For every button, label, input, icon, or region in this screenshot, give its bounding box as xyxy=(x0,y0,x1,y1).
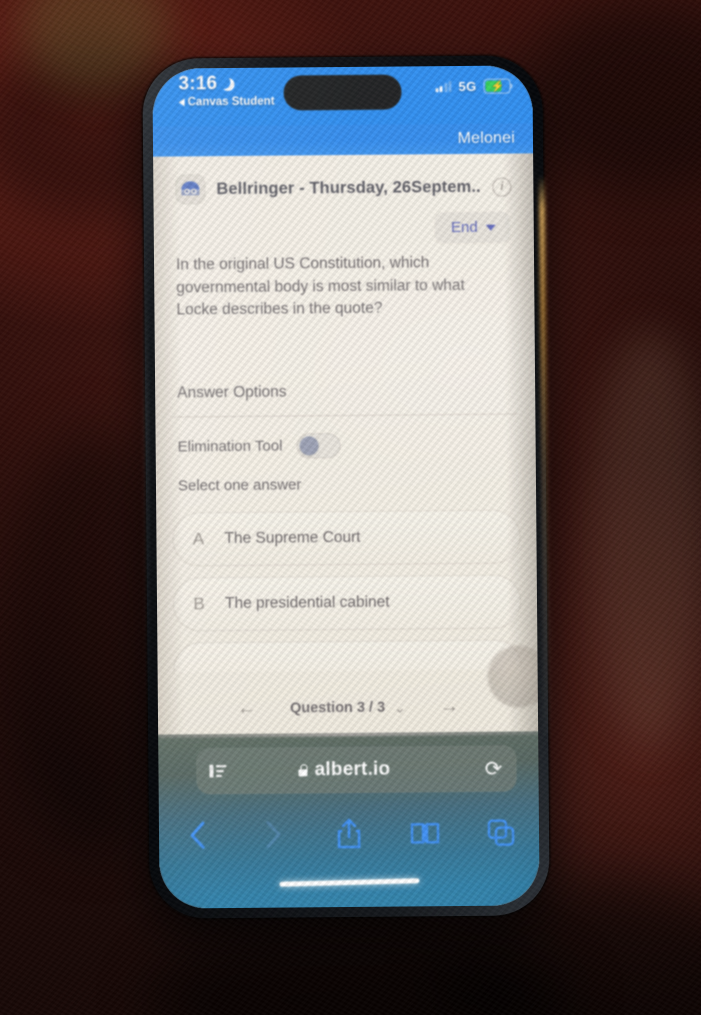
assignment-header: Bellringer - Thursday, 26Septem... i xyxy=(153,153,533,205)
answer-choice-c-partial[interactable] xyxy=(173,638,522,673)
answer-choice-b[interactable]: B The presidential cabinet xyxy=(172,573,522,632)
network-label: 5G xyxy=(458,78,477,95)
end-button-row: End xyxy=(154,201,534,245)
answer-choice-list: A The Supreme Court B The presidential c… xyxy=(172,508,522,673)
toggle-knob xyxy=(299,435,319,455)
status-time: 3:16 xyxy=(178,73,218,95)
back-triangle-icon xyxy=(178,98,185,107)
tabs-icon[interactable] xyxy=(463,818,539,847)
section-divider xyxy=(173,413,518,418)
status-bar: 3:16 Canvas Student 5G ⚡ xyxy=(152,65,533,127)
end-button[interactable]: End xyxy=(434,211,510,244)
background-highlight xyxy=(20,0,170,90)
question-navigation: ← Question 3 / 3 ⌄ → xyxy=(158,695,538,720)
page-content: Bellringer - Thursday, 26Septem... i End… xyxy=(153,153,539,735)
status-bar-left: 3:16 Canvas Student xyxy=(178,73,274,109)
url-text: albert.io xyxy=(314,758,391,781)
share-icon[interactable] xyxy=(311,818,387,851)
back-to-app-label: Canvas Student xyxy=(187,95,275,109)
background-shadow xyxy=(520,0,701,190)
chevron-down-icon: ⌄ xyxy=(394,698,406,716)
lock-icon xyxy=(298,764,308,777)
safari-browser-chrome: albert.io ⟳ xyxy=(158,731,540,909)
safari-toolbar xyxy=(159,801,540,866)
smartphone-device: 3:16 Canvas Student 5G ⚡ Melonei Bellrin… xyxy=(142,55,550,919)
forward-chevron-icon[interactable] xyxy=(235,820,311,849)
arrow-right-icon[interactable]: → xyxy=(440,696,459,718)
safari-address-bar[interactable]: albert.io ⟳ xyxy=(196,745,517,795)
bookmarks-icon[interactable] xyxy=(387,821,463,846)
background-highlight xyxy=(590,330,701,750)
background-shadow xyxy=(150,930,570,1015)
status-bar-right: 5G ⚡ xyxy=(435,78,511,95)
photo-background: 3:16 Canvas Student 5G ⚡ Melonei Bellrin… xyxy=(0,0,701,1015)
user-name-label[interactable]: Melonei xyxy=(457,130,515,149)
back-chevron-icon[interactable] xyxy=(159,821,235,850)
chevron-down-icon xyxy=(485,224,496,231)
select-one-answer-instruction: Select one answer xyxy=(177,475,302,494)
phone-screen: 3:16 Canvas Student 5G ⚡ Melonei Bellrin… xyxy=(152,65,540,909)
cellular-signal-icon xyxy=(435,81,452,93)
info-circle-icon[interactable]: i xyxy=(492,177,512,197)
elimination-tool-row: Elimination Tool xyxy=(178,431,514,459)
answer-options-heading: Answer Options xyxy=(177,383,287,401)
url-display[interactable]: albert.io xyxy=(228,758,460,782)
reload-icon[interactable]: ⟳ xyxy=(470,756,516,781)
answer-choice-a[interactable]: A The Supreme Court xyxy=(172,508,521,567)
choice-text: The Supreme Court xyxy=(224,528,361,547)
end-button-label: End xyxy=(450,218,478,237)
arrow-left-icon[interactable]: ← xyxy=(237,698,256,720)
back-to-app-button[interactable]: Canvas Student xyxy=(178,95,275,109)
home-indicator xyxy=(279,878,420,887)
choice-letter: B xyxy=(193,593,205,613)
dynamic-island xyxy=(283,74,402,111)
app-header-bar: Melonei xyxy=(152,123,534,157)
crescent-moon-icon xyxy=(221,77,234,90)
question-text: In the original US Constitution, which g… xyxy=(175,254,465,319)
battery-charging-icon: ⚡ xyxy=(483,78,511,94)
albert-owl-avatar-icon xyxy=(175,174,206,205)
status-clock-row: 3:16 xyxy=(178,73,274,96)
choice-letter: A xyxy=(192,528,205,548)
question-counter-label: Question 3 / 3 xyxy=(289,699,386,717)
elimination-tool-toggle[interactable] xyxy=(296,432,341,458)
question-counter-button[interactable]: Question 3 / 3 ⌄ xyxy=(290,699,406,717)
elimination-tool-label: Elimination Tool xyxy=(177,437,283,455)
assignment-title: Bellringer - Thursday, 26Septem... xyxy=(216,177,482,198)
choice-text: The presidential cabinet xyxy=(224,593,390,612)
